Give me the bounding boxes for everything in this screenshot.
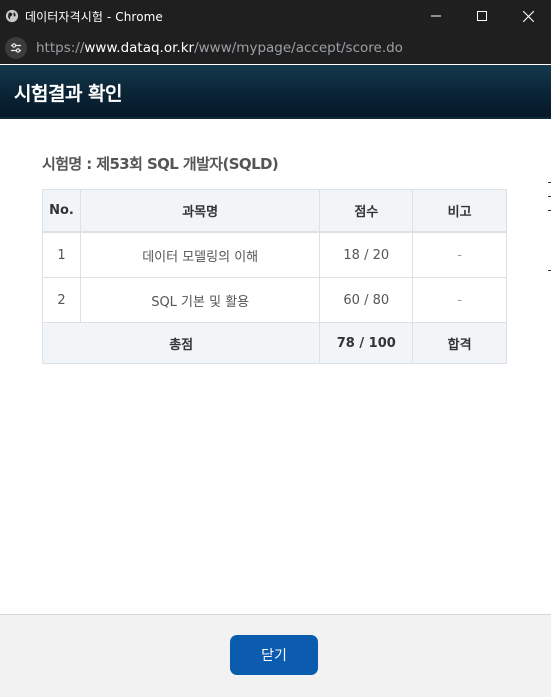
dialog-footer: 닫기 bbox=[0, 614, 551, 697]
url-text[interactable]: https://www.dataq.or.kr/www/mypage/accep… bbox=[36, 40, 403, 56]
site-info-button[interactable] bbox=[5, 37, 27, 59]
minimize-button[interactable] bbox=[413, 0, 459, 32]
column-header-note: 비고 bbox=[412, 189, 507, 233]
address-bar[interactable]: https://www.dataq.or.kr/www/mypage/accep… bbox=[0, 32, 551, 64]
window-title-bar: 데이터자격시험 - Chrome bbox=[0, 0, 551, 32]
column-header-subject: 과목명 bbox=[79, 189, 321, 233]
row-note: - bbox=[412, 277, 507, 323]
score-table: No. 과목명 점수 비고 1 데이터 모델링의 이해 18 / 20 - 2 … bbox=[41, 189, 507, 364]
window-title: 데이터자격시험 - Chrome bbox=[25, 9, 163, 24]
column-header-score: 점수 bbox=[319, 189, 414, 233]
maximize-button[interactable] bbox=[459, 0, 505, 32]
row-score: 60 / 80 bbox=[319, 277, 414, 323]
site-info-icon bbox=[11, 43, 21, 53]
globe-icon bbox=[5, 9, 19, 23]
row-score: 18 / 20 bbox=[319, 231, 414, 278]
maximize-icon bbox=[477, 11, 487, 21]
table-header-row: No. 과목명 점수 비고 bbox=[42, 189, 507, 233]
exam-name: 시험명 : 제53회 SQL 개발자(SQLD) bbox=[42, 155, 279, 173]
url-scheme: https:// bbox=[36, 40, 85, 56]
minimize-icon bbox=[431, 15, 441, 17]
pass-result: 합격 bbox=[412, 322, 507, 364]
row-note: - bbox=[412, 231, 507, 278]
column-header-no: No. bbox=[42, 189, 81, 233]
total-score: 78 / 100 bbox=[319, 322, 414, 364]
row-subject: 데이터 모델링의 이해 bbox=[79, 231, 321, 278]
total-row: 총점 78 / 100 합격 bbox=[41, 322, 507, 364]
url-path: /www/mypage/accept/score.do bbox=[194, 40, 403, 56]
page-header: 시험결과 확인 bbox=[0, 65, 551, 119]
table-row: 1 데이터 모델링의 이해 18 / 20 - bbox=[42, 231, 507, 278]
url-host: www.dataq.or.kr bbox=[84, 40, 195, 56]
table-row: 2 SQL 기본 및 활용 60 / 80 - bbox=[42, 277, 507, 323]
close-button[interactable]: 닫기 bbox=[230, 635, 318, 675]
page-title: 시험결과 확인 bbox=[14, 83, 123, 105]
close-icon bbox=[522, 10, 534, 22]
row-no: 1 bbox=[42, 231, 81, 278]
row-no: 2 bbox=[42, 277, 81, 323]
total-label: 총점 bbox=[41, 322, 321, 364]
row-subject: SQL 기본 및 활용 bbox=[79, 277, 321, 323]
close-window-button[interactable] bbox=[505, 0, 551, 32]
